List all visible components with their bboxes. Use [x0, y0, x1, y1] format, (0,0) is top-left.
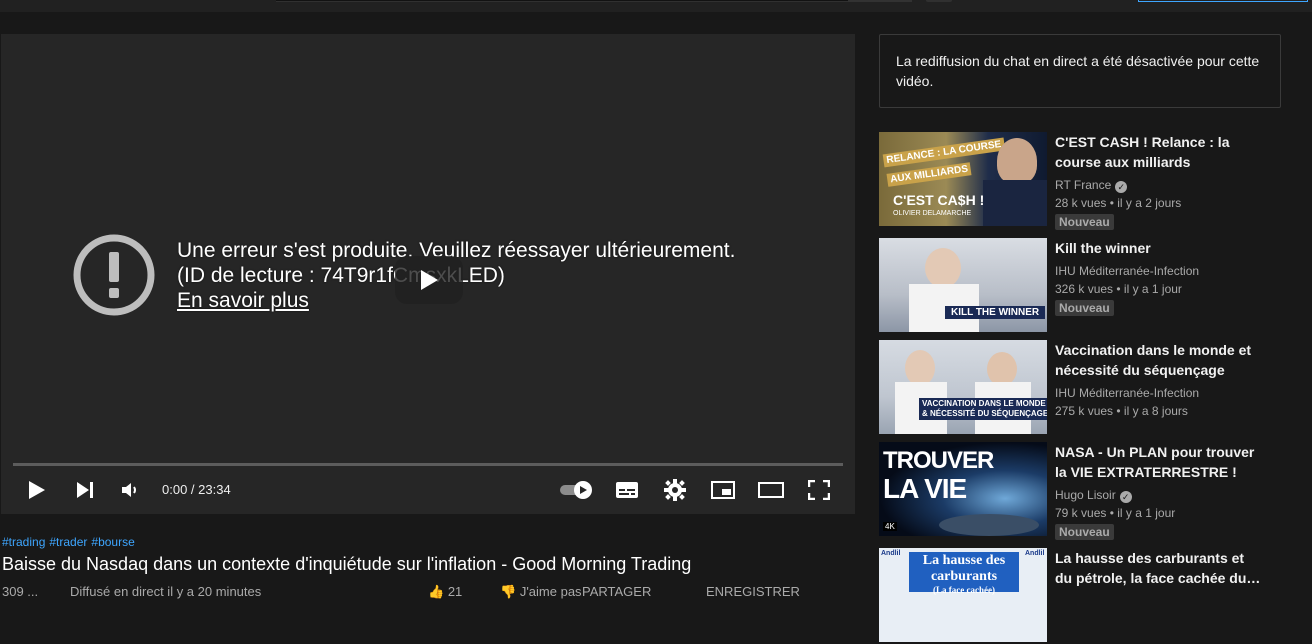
caption-line: (La face cachée) [933, 585, 995, 595]
person-image [925, 248, 961, 288]
video-meta: #trading #trader #bourse Baisse du Nasdaq … [2, 534, 856, 576]
quality-badge: 4K [883, 522, 897, 531]
channel-name[interactable]: RT France [1055, 178, 1111, 192]
channel-name[interactable]: Hugo Lisoir [1055, 488, 1116, 502]
channel-name[interactable]: IHU Méditerranée-Infection [1055, 264, 1199, 278]
thumbnail-caption: La hausse des carburants (La face cachée… [909, 552, 1019, 595]
video-stats: 28 k vues • il y a 2 jours [1055, 196, 1182, 210]
channel-name[interactable]: IHU Méditerranée-Infection [1055, 386, 1199, 400]
video-thumbnail[interactable]: RELANCE : LA COURSE AUX MILLIARDS C'EST … [879, 132, 1047, 226]
volume-icon [122, 483, 136, 497]
new-badge: Nouveau [1055, 524, 1114, 540]
fullscreen-button[interactable] [801, 474, 837, 506]
thumbnail-caption: LA VIE [883, 473, 967, 504]
person-image [905, 350, 935, 386]
video-title: Baisse du Nasdaq dans un contexte d'inqu… [2, 554, 692, 574]
like-button[interactable]: 👍 21 [428, 584, 462, 600]
hashtags: #trading #trader #bourse [2, 534, 856, 550]
channel-watermark: Andlil [881, 550, 901, 557]
play-button[interactable] [19, 474, 55, 506]
masthead [0, 0, 1312, 12]
caption-line: La hausse des [922, 553, 1006, 568]
person-image [987, 352, 1017, 386]
voice-search-button[interactable] [926, 0, 952, 2]
large-play-button[interactable] [395, 256, 463, 304]
settings-button[interactable] [657, 474, 693, 506]
recommended-title[interactable]: NASA - Un PLAN pour trouver la VIE EXTRA… [1055, 442, 1265, 482]
subtitles-button[interactable] [609, 474, 645, 506]
autoplay-icon [560, 481, 592, 499]
caption-line: carburants [930, 569, 998, 584]
video-player[interactable]: Une erreur s'est produite. Veuillez rées… [1, 34, 855, 514]
video-thumbnail[interactable]: Andlil Andlil La hausse des carburants (… [879, 548, 1047, 642]
mute-button[interactable] [113, 474, 149, 506]
autoplay-toggle[interactable] [557, 474, 597, 506]
channel-watermark: Andlil [1025, 550, 1045, 557]
video-stats: 79 k vues • il y a 1 jour [1055, 506, 1176, 520]
thumbnail-caption: KILL THE WINNER [945, 306, 1046, 319]
subtitles-icon [616, 482, 638, 498]
verified-check-icon: ✓ [1119, 491, 1132, 503]
thumbnail-caption: RELANCE : LA COURSE [882, 137, 1006, 168]
recommended-video[interactable]: VACCINATION DANS LE MONDE & NÉCESSITÉ DU… [879, 340, 1299, 436]
recommended-title[interactable]: Kill the winner [1055, 238, 1265, 258]
new-badge: Nouveau [1055, 214, 1114, 230]
fullscreen-icon [808, 480, 830, 500]
video-stats: 326 k vues • il y a 1 jour [1055, 282, 1182, 296]
caption-line: & NÉCESSITÉ DU SÉQUENÇAGE [922, 409, 1047, 418]
planet-surface-image [939, 514, 1039, 536]
verified-check-icon: ✓ [1115, 181, 1128, 193]
miniplayer-icon [711, 481, 735, 499]
presenter-image [997, 138, 1037, 184]
presenter-suit [983, 180, 1047, 226]
recommended-video[interactable]: RELANCE : LA COURSE AUX MILLIARDS C'EST … [879, 132, 1299, 230]
search-button[interactable] [848, 0, 912, 2]
recommended-video[interactable]: Andlil Andlil La hausse des carburants (… [879, 548, 1299, 644]
player-controls: 0:00 / 23:34 [1, 470, 855, 510]
thumbnail-caption: C'EST CA$H ! [893, 192, 985, 208]
recommended-video[interactable]: TROUVER LA VIE 4K NASA - Un PLAN pour tr… [879, 442, 1299, 540]
play-icon [421, 270, 438, 290]
dislike-button[interactable]: 👎 J'aime pas [500, 584, 582, 600]
recommended-title[interactable]: C'EST CASH ! Relance : la course aux mil… [1055, 132, 1265, 172]
thumbnail-caption: AUX MILLIARDS [886, 162, 972, 187]
thumbnail-caption: OLIVIER DELAMARCHE [893, 210, 972, 217]
chat-disabled-message: La rediffusion du chat en direct a été d… [896, 53, 1260, 89]
recommended-title[interactable]: Vaccination dans le monde et nécessité d… [1055, 340, 1265, 380]
next-icon [77, 482, 93, 498]
time-display: 0:00 / 23:34 [162, 482, 231, 497]
play-icon [29, 481, 45, 499]
error-icon [73, 234, 155, 316]
theater-mode-button[interactable] [753, 474, 789, 506]
progress-bar[interactable] [13, 463, 843, 466]
hashtag-link[interactable]: #bourse [91, 535, 134, 549]
recommended-video[interactable]: KILL THE WINNER Kill the winner IHU Médi… [879, 238, 1299, 334]
recommended-title[interactable]: La hausse des carburants et du pétrole, … [1055, 548, 1265, 588]
sign-in-button[interactable] [1138, 0, 1308, 2]
thumbnail-caption: TROUVER [883, 447, 994, 474]
search-input[interactable] [276, 0, 912, 2]
video-thumbnail[interactable]: KILL THE WINNER [879, 238, 1047, 332]
caption-line: VACCINATION DANS LE MONDE [922, 399, 1046, 408]
video-thumbnail[interactable]: TROUVER LA VIE 4K [879, 442, 1047, 536]
new-badge: Nouveau [1055, 300, 1114, 316]
video-stats: 275 k vues • il y a 8 jours [1055, 404, 1188, 418]
thumbnail-caption: VACCINATION DANS LE MONDE & NÉCESSITÉ DU… [919, 398, 1047, 420]
theater-icon [758, 482, 784, 498]
next-button[interactable] [67, 474, 103, 506]
hashtag-link[interactable]: #trading [2, 535, 45, 549]
hashtag-link[interactable]: #trader [49, 535, 87, 549]
chat-disabled-notice: La rediffusion du chat en direct a été d… [879, 34, 1281, 108]
miniplayer-button[interactable] [705, 474, 741, 506]
learn-more-link[interactable]: En savoir plus [177, 289, 309, 312]
gear-icon [664, 479, 686, 501]
video-thumbnail[interactable]: VACCINATION DANS LE MONDE & NÉCESSITÉ DU… [879, 340, 1047, 434]
